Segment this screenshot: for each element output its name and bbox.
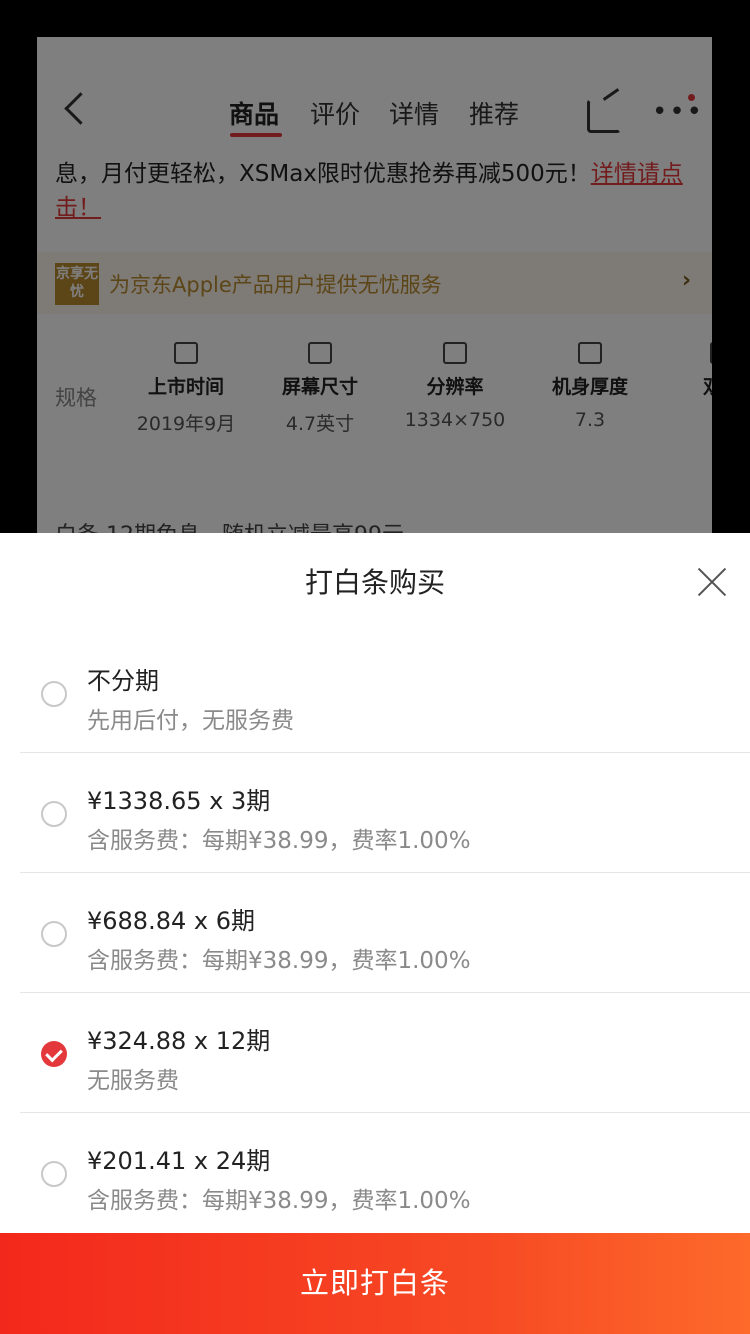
installment-sheet: 打白条购买 不分期 先用后付，无服务费 ¥1338.65 x 3期 含服务费：每… bbox=[0, 533, 750, 1334]
option-main: 不分期 bbox=[87, 667, 159, 695]
option-sub: 无服务费 bbox=[87, 1068, 179, 1094]
installment-option[interactable]: ¥688.84 x 6期 含服务费：每期¥38.99，费率1.00% bbox=[20, 873, 750, 993]
buy-with-baitiao-button[interactable]: 立即打白条 bbox=[0, 1233, 750, 1334]
installment-option[interactable]: 不分期 先用后付，无服务费 bbox=[20, 633, 750, 753]
radio-button[interactable] bbox=[41, 681, 67, 707]
option-sub: 含服务费：每期¥38.99，费率1.00% bbox=[87, 948, 471, 974]
installment-option[interactable]: ¥1338.65 x 3期 含服务费：每期¥38.99，费率1.00% bbox=[20, 753, 750, 873]
radio-button[interactable] bbox=[41, 801, 67, 827]
radio-button[interactable] bbox=[41, 921, 67, 947]
option-main: ¥324.88 x 12期 bbox=[87, 1027, 271, 1055]
radio-button[interactable] bbox=[41, 1161, 67, 1187]
option-sub: 含服务费：每期¥38.99，费率1.00% bbox=[87, 828, 471, 854]
sheet-title: 打白条购买 bbox=[304, 566, 445, 599]
installment-option[interactable]: ¥201.41 x 24期 含服务费：每期¥38.99，费率1.00% bbox=[20, 1113, 750, 1233]
option-main: ¥201.41 x 24期 bbox=[87, 1147, 271, 1175]
close-icon[interactable] bbox=[694, 563, 730, 599]
option-sub: 先用后付，无服务费 bbox=[87, 708, 294, 734]
option-main: ¥688.84 x 6期 bbox=[87, 907, 255, 935]
option-sub: 含服务费：每期¥38.99，费率1.00% bbox=[87, 1188, 471, 1214]
option-main: ¥1338.65 x 3期 bbox=[87, 787, 271, 815]
installment-option-selected[interactable]: ¥324.88 x 12期 无服务费 bbox=[20, 993, 750, 1113]
checkmark-icon[interactable] bbox=[41, 1041, 67, 1067]
